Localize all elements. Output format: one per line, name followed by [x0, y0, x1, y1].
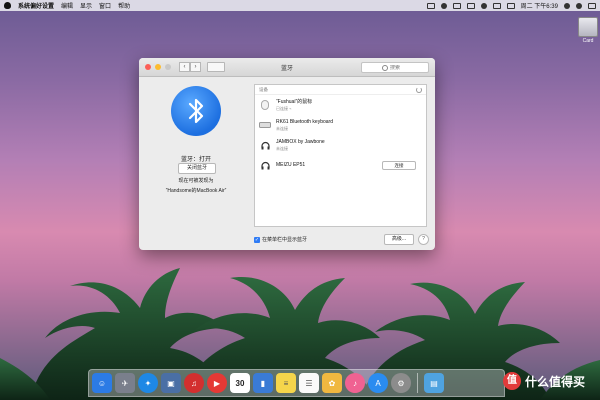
device-name: JAMBOX by Jawbone	[276, 138, 325, 145]
volume-icon[interactable]	[492, 2, 501, 9]
turn-off-bluetooth-button[interactable]: 关闭蓝牙	[178, 163, 216, 174]
minimize-window-icon[interactable]	[155, 64, 161, 70]
connect-button[interactable]: 连接	[382, 161, 416, 170]
headphones-icon	[259, 140, 271, 150]
show-in-menubar-label: 在菜单栏中显示蓝牙	[262, 237, 308, 243]
app-store-icon[interactable]: A	[368, 373, 388, 393]
wifi-icon[interactable]	[480, 2, 487, 9]
bluetooth-status-text: 蓝牙：打开	[180, 157, 211, 163]
menu-window[interactable]: 窗口	[99, 1, 111, 10]
status-app-icon[interactable]	[426, 2, 435, 9]
help-button[interactable]: ?	[418, 234, 429, 245]
device-row-mouse[interactable]: “Fushuai”的鼠标 已连接 ⌁	[255, 95, 426, 115]
show-all-grid-icon[interactable]	[207, 62, 225, 72]
watermark-text: 什么值得买	[525, 374, 586, 389]
menubar-clock[interactable]: 周二 下午6:39	[521, 1, 558, 10]
headphones-icon	[259, 160, 271, 170]
device-row-jambox[interactable]: JAMBOX by Jawbone 未连接	[255, 135, 426, 155]
discoverable-label: 现在可被发现为	[178, 178, 214, 184]
window-footer: ✓ 在菜单栏中显示蓝牙 高级... ?	[139, 230, 435, 250]
cast-icon[interactable]	[452, 2, 461, 9]
photos-icon[interactable]: ✿	[322, 373, 342, 393]
itunes-icon[interactable]: ♪	[345, 373, 365, 393]
show-in-menubar-option[interactable]: ✓ 在菜单栏中显示蓝牙	[254, 236, 307, 243]
menu-edit[interactable]: 编辑	[61, 1, 73, 10]
notification-center-icon[interactable]	[588, 2, 596, 9]
notes-icon[interactable]: ▮	[253, 373, 273, 393]
launchpad-icon[interactable]: ✈	[115, 373, 135, 393]
calendar-icon[interactable]: 30	[230, 373, 250, 393]
bluetooth-window: ‹ › 蓝牙 蓝牙：打开 关闭蓝牙 现在可被发现为 “Handsome的MacB…	[139, 58, 435, 250]
device-name: MEIZU EP51	[276, 162, 306, 168]
stickies-icon[interactable]: ≡	[276, 373, 296, 393]
close-window-icon[interactable]	[145, 64, 151, 70]
mouse-icon	[259, 100, 271, 110]
drive-icon	[578, 17, 598, 37]
menu-view[interactable]: 显示	[80, 1, 92, 10]
devices-header: 设备	[255, 85, 426, 95]
desktop-icon-label: Card	[582, 38, 594, 44]
battery-icon[interactable]	[506, 2, 515, 9]
netease-music-icon[interactable]: ♫	[184, 373, 204, 393]
devices-list: 设备 “Fushuai”的鼠标 已连接 ⌁ RK61 Bluetooth key…	[254, 84, 427, 227]
safari-icon[interactable]: ✦	[138, 373, 158, 393]
device-status: 未连接	[276, 125, 288, 131]
apple-menu-icon[interactable]	[4, 2, 11, 9]
device-status: 已连接 ⌁	[276, 106, 292, 111]
dock: ☺ ✈ ✦ ▣ ♫ ▶ 30 ▮ ≡ ☰ ✿ ♪ A ⚙ ▤	[88, 369, 505, 397]
siri-icon[interactable]	[576, 2, 582, 9]
finder-icon[interactable]: ☺	[92, 373, 112, 393]
show-in-menubar-checkbox[interactable]: ✓	[254, 236, 260, 243]
search-input[interactable]	[388, 64, 428, 71]
back-arrow-icon[interactable]: ‹	[179, 62, 190, 72]
downloads-folder-icon[interactable]: ▤	[424, 373, 444, 393]
discoverable-name: “Handsome的MacBook Air”	[165, 188, 227, 194]
watermark-logo-icon: 值	[503, 372, 521, 390]
menu-bar: 系统偏好设置 编辑 显示 窗口 帮助 周二 下午6:39	[0, 0, 600, 11]
bluetooth-left-panel: 蓝牙：打开 关闭蓝牙 现在可被发现为 “Handsome的MacBook Air…	[139, 77, 253, 247]
keyboard-icon	[259, 120, 271, 130]
reminders-icon[interactable]: ☰	[299, 373, 319, 393]
menu-help[interactable]: 帮助	[118, 1, 130, 10]
player-icon[interactable]: ▶	[207, 373, 227, 393]
devices-header-label: 设备	[259, 87, 268, 92]
menu-app-name[interactable]: 系统偏好设置	[18, 1, 54, 10]
forward-arrow-icon[interactable]: ›	[190, 62, 201, 72]
searching-spinner-icon	[416, 87, 422, 93]
preview-icon[interactable]: ▣	[161, 373, 181, 393]
spotlight-icon[interactable]	[564, 2, 570, 9]
device-status: 未连接	[276, 145, 288, 151]
device-row-keyboard[interactable]: RK61 Bluetooth keyboard 未连接	[255, 115, 426, 135]
advanced-button[interactable]: 高级...	[384, 234, 414, 245]
dock-separator	[417, 373, 418, 393]
time-machine-icon[interactable]	[466, 2, 475, 9]
window-titlebar[interactable]: ‹ › 蓝牙	[139, 58, 435, 77]
status-dot-icon[interactable]	[440, 2, 447, 9]
system-preferences-icon[interactable]: ⚙	[391, 373, 411, 393]
device-name: RK61 Bluetooth keyboard	[276, 118, 333, 125]
desktop-card-icon[interactable]: Card	[578, 17, 598, 44]
device-row-meizu[interactable]: MEIZU EP51 连接	[255, 155, 426, 175]
zoom-window-icon[interactable]	[165, 64, 171, 70]
watermark: 值 什么值得买	[503, 371, 599, 391]
device-name: “Fushuai”的鼠标	[276, 99, 313, 105]
search-field[interactable]	[361, 62, 429, 73]
bluetooth-logo-icon	[171, 86, 221, 136]
